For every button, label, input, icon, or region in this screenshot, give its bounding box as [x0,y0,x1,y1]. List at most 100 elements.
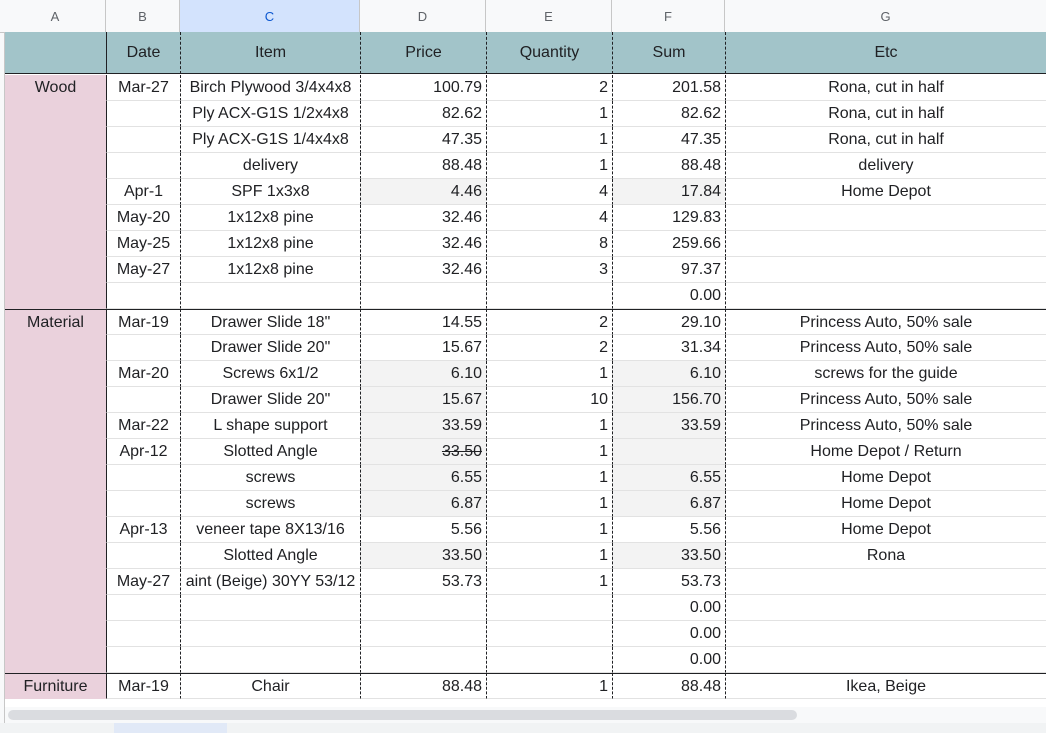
cell-date[interactable] [106,595,180,621]
cell-price[interactable]: 15.67 [360,387,486,413]
cell-price[interactable]: 15.67 [360,335,486,361]
cell-date[interactable] [106,543,180,569]
cell-sum[interactable]: 0.00 [612,595,725,621]
cell-date[interactable] [106,647,180,673]
cell-item[interactable]: L shape support [180,413,360,439]
cell-sum[interactable]: 33.59 [612,413,725,439]
cell-etc[interactable]: delivery [725,153,1046,179]
cell-quantity[interactable]: 2 [486,309,612,335]
cell-quantity[interactable]: 1 [486,517,612,543]
cell-quantity[interactable]: 8 [486,231,612,257]
cell-etc[interactable] [725,569,1046,595]
cell-quantity[interactable] [486,595,612,621]
cell-quantity[interactable]: 1 [486,569,612,595]
cell-date[interactable]: Mar-22 [106,413,180,439]
cell-item[interactable] [180,283,360,309]
column-header-b[interactable]: B [106,0,180,32]
cell-item[interactable]: Ply ACX-G1S 1/4x4x8 [180,127,360,153]
cell-sum[interactable]: 88.48 [612,153,725,179]
cell-date[interactable] [106,283,180,309]
column-header-a[interactable]: A [5,0,106,32]
cell-date[interactable] [106,491,180,517]
cell-quantity[interactable]: 1 [486,101,612,127]
cell-etc[interactable]: Rona, cut in half [725,75,1046,101]
cell-price[interactable]: 6.87 [360,491,486,517]
cell-item[interactable] [180,621,360,647]
column-header-g[interactable]: G [725,0,1046,32]
cell-quantity[interactable]: 2 [486,335,612,361]
cell-price[interactable] [360,621,486,647]
cell-etc[interactable]: Rona, cut in half [725,127,1046,153]
cell-price[interactable]: 88.48 [360,673,486,699]
cell-quantity[interactable]: 1 [486,465,612,491]
cell-sum[interactable]: 29.10 [612,309,725,335]
cell-item[interactable]: 1x12x8 pine [180,205,360,231]
cell-sum[interactable]: 6.10 [612,361,725,387]
cell-sum[interactable]: 0.00 [612,647,725,673]
cell-etc[interactable]: Princess Auto, 50% sale [725,309,1046,335]
category-cell[interactable]: Material [5,309,106,673]
cell-quantity[interactable]: 4 [486,205,612,231]
cell-quantity[interactable]: 2 [486,75,612,101]
cell-date[interactable] [106,335,180,361]
header-cell-price[interactable]: Price [360,32,486,74]
cell-date[interactable] [106,465,180,491]
cell-etc[interactable]: Princess Auto, 50% sale [725,413,1046,439]
header-cell-date[interactable]: Date [106,32,180,74]
cell-sum[interactable]: 31.34 [612,335,725,361]
cell-price[interactable]: 88.48 [360,153,486,179]
cell-sum[interactable]: 156.70 [612,387,725,413]
header-cell-quantity[interactable]: Quantity [486,32,612,74]
sheet-tab[interactable] [114,723,227,733]
cell-item[interactable]: Chair [180,673,360,699]
cell-quantity[interactable]: 10 [486,387,612,413]
cell-etc[interactable]: Home Depot [725,465,1046,491]
cell-sum[interactable]: 82.62 [612,101,725,127]
cell-etc[interactable]: Rona [725,543,1046,569]
cell-sum[interactable]: 47.35 [612,127,725,153]
cell-item[interactable]: Birch Plywood 3/4x4x8 [180,75,360,101]
cell-sum[interactable]: 6.55 [612,465,725,491]
cell-date[interactable]: Mar-20 [106,361,180,387]
cell-price[interactable]: 47.35 [360,127,486,153]
cell-item[interactable]: 1x12x8 pine [180,257,360,283]
cell-etc[interactable] [725,231,1046,257]
cell-price[interactable] [360,595,486,621]
cell-quantity[interactable]: 1 [486,673,612,699]
cell-etc[interactable] [725,647,1046,673]
cell-price[interactable]: 5.56 [360,517,486,543]
cell-etc[interactable] [725,257,1046,283]
cell-price[interactable]: 33.50 [360,439,486,465]
header-cell-item[interactable]: Item [180,32,360,74]
cell-price[interactable] [360,283,486,309]
cell-sum[interactable]: 0.00 [612,621,725,647]
cell-etc[interactable] [725,205,1046,231]
category-cell[interactable]: Furniture [5,673,106,699]
cell-quantity[interactable]: 1 [486,127,612,153]
cell-etc[interactable]: Ikea, Beige [725,673,1046,699]
cell-quantity[interactable]: 1 [486,413,612,439]
header-cell-category[interactable] [5,32,106,74]
cell-date[interactable]: Mar-19 [106,309,180,335]
cell-date[interactable]: Apr-13 [106,517,180,543]
cell-date[interactable]: May-27 [106,569,180,595]
cell-sum[interactable]: 5.56 [612,517,725,543]
cell-quantity[interactable]: 1 [486,153,612,179]
cell-etc[interactable]: Home Depot [725,517,1046,543]
cell-item[interactable] [180,595,360,621]
cell-sum[interactable]: 53.73 [612,569,725,595]
cell-sum[interactable]: 17.84 [612,179,725,205]
cell-etc[interactable] [725,595,1046,621]
cell-item[interactable]: screws [180,491,360,517]
cell-sum[interactable]: 0.00 [612,283,725,309]
cell-quantity[interactable] [486,647,612,673]
cell-quantity[interactable]: 4 [486,179,612,205]
cell-date[interactable]: Apr-12 [106,439,180,465]
cell-date[interactable] [106,101,180,127]
category-cell[interactable]: Wood [5,75,106,309]
header-cell-etc[interactable]: Etc [725,32,1046,74]
cell-date[interactable]: May-27 [106,257,180,283]
cell-date[interactable] [106,127,180,153]
cell-price[interactable]: 14.55 [360,309,486,335]
cell-item[interactable] [180,647,360,673]
